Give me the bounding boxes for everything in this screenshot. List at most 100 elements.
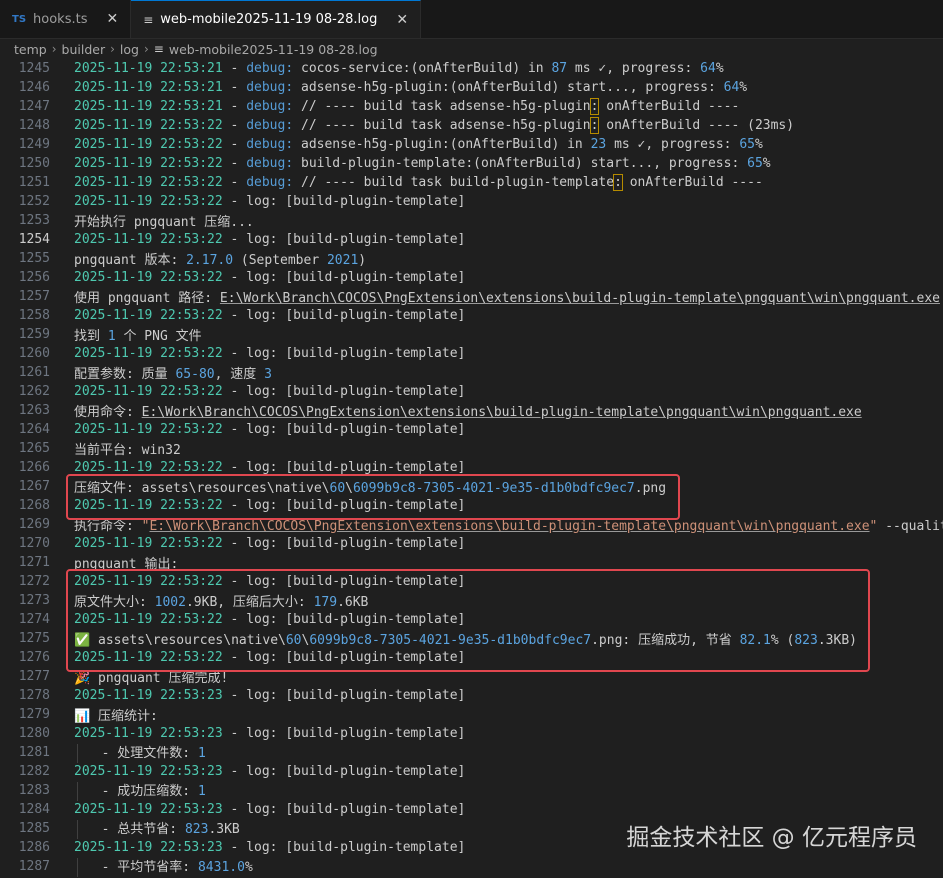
token: 65 <box>739 137 755 152</box>
token: 64 <box>700 61 716 76</box>
breadcrumb-item-log[interactable]: log <box>120 42 139 57</box>
token: 8431.0 <box>197 860 245 875</box>
line-number: 1270 <box>18 536 50 551</box>
close-icon[interactable]: ✕ <box>106 11 118 27</box>
line-text: - 成功压缩数: 1 <box>74 780 206 801</box>
log-line: 1259 找到 1 个 PNG 文件 <box>0 325 943 344</box>
line-text: 当前平台: win32 <box>74 439 181 458</box>
token[interactable]: E:\Work\Branch\COCOS\PngExtension\extens… <box>220 291 940 306</box>
token: 2025-11-19 22:53:22 <box>74 460 223 475</box>
token: 2025-11-19 22:53:22 <box>74 232 223 247</box>
line-text: 配置参数: 质量 65-80, 速度 3 <box>74 363 272 382</box>
line-text: 2025-11-19 22:53:22 - log: [build-plugin… <box>74 536 465 551</box>
breadcrumb-item-builder[interactable]: builder <box>62 42 106 57</box>
log-line: 1263 使用命令: E:\Work\Branch\COCOS\PngExtens… <box>0 401 943 420</box>
token: 2025-11-19 22:53:22 <box>74 156 223 171</box>
line-number: 1280 <box>18 726 50 741</box>
token: - <box>222 175 247 190</box>
chevron-right-icon: › <box>51 42 57 56</box>
line-number: 1261 <box>18 365 50 380</box>
token: .png <box>634 481 667 496</box>
token: adsense-h5g-plugin:(onAfterBuild) start.… <box>293 80 724 95</box>
token: 2025-11-19 22:53:23 <box>74 688 223 703</box>
log-line: 1265 当前平台: win32 <box>0 439 943 458</box>
token: 使用 pngquant 路径: <box>74 291 220 306</box>
token: 60 <box>285 633 302 648</box>
token: 2025-11-19 22:53:23 <box>74 764 223 779</box>
log-line: 1284 2025-11-19 22:53:23 - log: [build-pl… <box>0 800 943 819</box>
tab-log-file[interactable]: ≡ web-mobile2025-11-19 08-28.log ✕ <box>131 0 422 38</box>
line-text: 2025-11-19 22:53:21 - debug: adsense-h5g… <box>74 80 747 95</box>
line-number: 1268 <box>18 498 50 513</box>
token: - <box>222 61 247 76</box>
token: cocos-service:(onAfterBuild) in <box>293 61 552 76</box>
tab-hooks-ts[interactable]: TS hooks.ts ✕ <box>0 0 132 38</box>
log-line: 1246 2025-11-19 22:53:21 - debug: adsense… <box>0 78 943 97</box>
token: ms ✓, progress: <box>606 137 740 152</box>
token: 23 <box>590 137 607 152</box>
line-text: 2025-11-19 22:53:22 - debug: adsense-h5g… <box>74 137 763 152</box>
line-number: 1287 <box>18 859 50 874</box>
token: % <box>715 61 724 76</box>
line-text: 2025-11-19 22:53:23 - log: [build-plugin… <box>74 726 465 741</box>
token: - 成功压缩数: <box>86 784 198 799</box>
line-number: 1250 <box>18 156 50 171</box>
line-number: 1267 <box>18 479 50 494</box>
log-line: 1283 - 成功压缩数: 1 <box>0 780 943 801</box>
token: - log: [build-plugin-template] <box>222 650 466 665</box>
line-text: 2025-11-19 22:53:22 - log: [build-plugin… <box>74 650 465 665</box>
token: - 总共节省: <box>86 822 185 837</box>
log-line: 1272 2025-11-19 22:53:22 - log: [build-pl… <box>0 572 943 591</box>
log-line: 1274 2025-11-19 22:53:22 - log: [build-pl… <box>0 610 943 629</box>
token: 2025-11-19 22:53:22 <box>74 308 223 323</box>
token: adsense-h5g-plugin:(onAfterBuild) in <box>293 137 591 152</box>
token: // ---- build task build-plugin-template <box>293 175 615 190</box>
breadcrumb-item-temp[interactable]: temp <box>14 42 47 57</box>
indent-guide <box>77 820 86 839</box>
line-text: 找到 1 个 PNG 文件 <box>74 325 202 344</box>
token: 2025-11-19 22:53:23 <box>74 802 223 817</box>
token: 2025-11-19 22:53:21 <box>74 80 223 95</box>
token: 64 <box>723 80 740 95</box>
line-text: 执行命令: "E:\Work\Branch\COCOS\PngExtension… <box>74 515 943 534</box>
line-text: 2025-11-19 22:53:22 - debug: build-plugi… <box>74 156 771 171</box>
line-number: 1271 <box>18 555 50 570</box>
log-line: 1251 2025-11-19 22:53:22 - debug: // ----… <box>0 173 943 192</box>
line-number: 1245 <box>18 61 50 76</box>
close-icon[interactable]: ✕ <box>396 12 408 28</box>
line-text: 2025-11-19 22:53:22 - log: [build-plugin… <box>74 270 465 285</box>
log-line: 1252 2025-11-19 22:53:22 - log: [build-pl… <box>0 192 943 211</box>
token[interactable]: E:\Work\Branch\COCOS\PngExtension\extens… <box>149 519 869 534</box>
line-number: 1253 <box>18 213 50 228</box>
token: 1 <box>107 329 116 344</box>
token: 2.17.0 <box>186 253 234 268</box>
token: - log: [build-plugin-template] <box>222 726 466 741</box>
token: 3 <box>264 367 272 382</box>
line-number: 1247 <box>18 99 50 114</box>
line-text: 2025-11-19 22:53:22 - debug: // ---- bui… <box>74 174 763 191</box>
line-text: 原文件大小: 1002.9KB, 压缩后大小: 179.6KB <box>74 591 368 610</box>
token: .3KB) <box>817 633 857 648</box>
token: .6KB <box>337 595 369 610</box>
token: build-plugin-template:(onAfterBuild) sta… <box>293 156 748 171</box>
log-line: 1281 - 处理文件数: 1 <box>0 743 943 763</box>
breadcrumb-item-file[interactable]: web-mobile2025-11-19 08-28.log <box>169 42 378 57</box>
token: .png: 压缩成功, 节省 <box>591 633 740 648</box>
token: - 平均节省率: <box>86 860 198 875</box>
token: 2025-11-19 22:53:23 <box>74 726 223 741</box>
code-editor[interactable]: 1245 2025-11-19 22:53:21 - debug: cocos-s… <box>0 58 943 878</box>
log-line: 1264 2025-11-19 22:53:22 - log: [build-pl… <box>0 420 943 439</box>
line-text: 2025-11-19 22:53:23 - log: [build-plugin… <box>74 688 465 703</box>
line-number: 1266 <box>18 460 50 475</box>
line-text: 2025-11-19 22:53:22 - log: [build-plugin… <box>74 346 465 361</box>
line-text: 使用命令: E:\Work\Branch\COCOS\PngExtension\… <box>74 401 862 420</box>
watermark: 掘金技术社区 @ 亿元程序员 <box>626 825 917 851</box>
line-text: 2025-11-19 22:53:22 - log: [build-plugin… <box>74 574 465 589</box>
token: 6099b9c8-7305-4021-9e35-d1b0bdfc9ec7 <box>309 633 592 648</box>
token: % <box>244 860 253 875</box>
token: 配置参数: 质量 <box>74 367 176 382</box>
line-number: 1251 <box>18 175 50 190</box>
tab-label: web-mobile2025-11-19 08-28.log <box>160 12 378 27</box>
token[interactable]: E:\Work\Branch\COCOS\PngExtension\extens… <box>142 405 862 420</box>
token: 1 <box>197 784 206 799</box>
